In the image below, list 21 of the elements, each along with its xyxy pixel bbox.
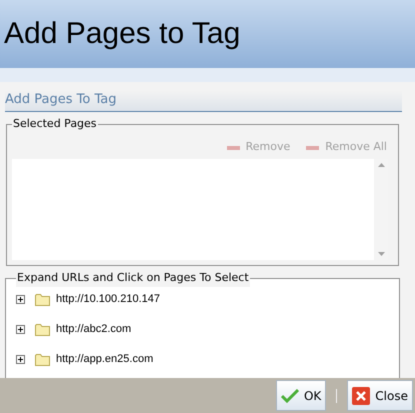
close-button[interactable]: Close (347, 380, 413, 411)
checkmark-icon (280, 388, 299, 402)
minus-icon (226, 146, 240, 150)
panel-legend: Selected Pages (12, 116, 98, 132)
minus-icon (306, 146, 320, 150)
ok-button[interactable]: OK (276, 380, 326, 411)
folder-icon (35, 353, 50, 366)
section-title: Add Pages To Tag (5, 90, 117, 108)
tree-item[interactable]: http://app.en25.com (56, 351, 154, 368)
scroll-down-icon[interactable] (378, 252, 384, 256)
tree-item[interactable]: http://abc2.com (56, 321, 132, 338)
folder-icon (35, 323, 50, 336)
window-title: Add Pages to Tag (4, 19, 240, 49)
scroll-up-icon[interactable] (378, 162, 384, 166)
expand-icon[interactable] (16, 355, 25, 364)
expand-icon[interactable] (16, 295, 25, 304)
panel-legend: Expand URLs and Click on Pages To Select (16, 270, 250, 286)
close-icon (352, 386, 370, 404)
folder-icon (35, 293, 50, 306)
expand-icon[interactable] (16, 325, 25, 334)
tree-item[interactable]: http://10.100.210.147 (56, 291, 160, 308)
